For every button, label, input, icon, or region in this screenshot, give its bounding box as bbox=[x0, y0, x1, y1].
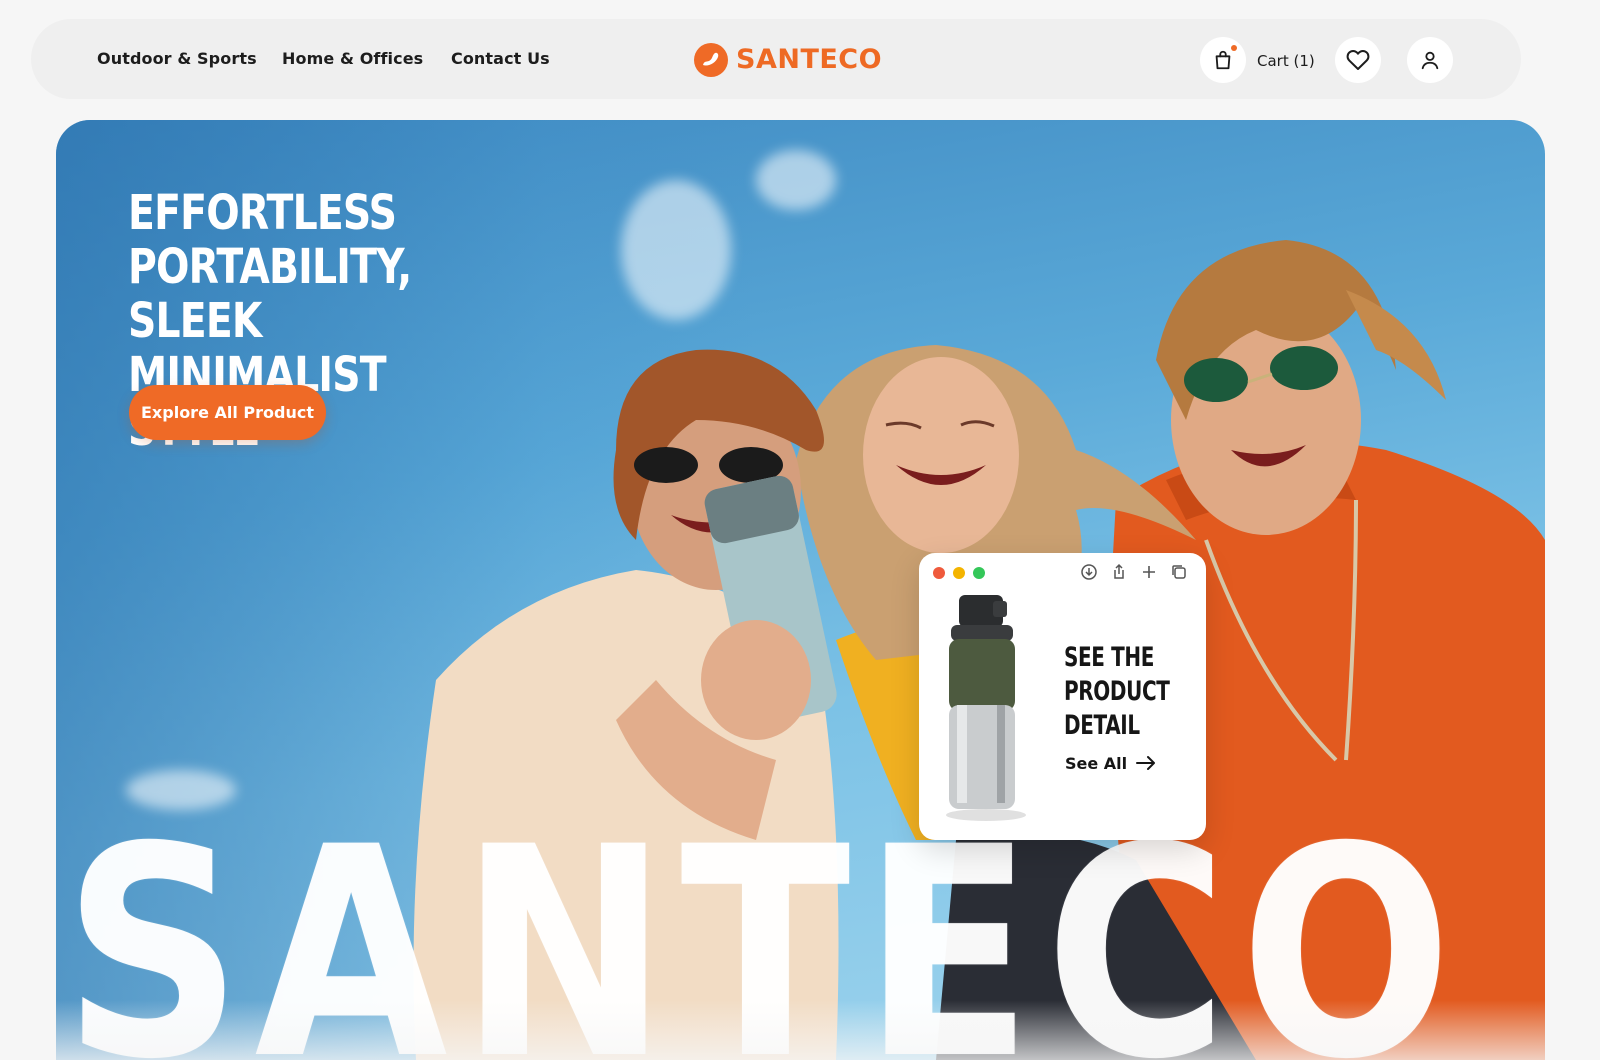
download-icon[interactable] bbox=[1079, 562, 1099, 582]
hero-banner: EFFORTLESS PORTABILITY, SLEEK MINIMALIST… bbox=[56, 120, 1545, 1060]
nav-link-home-offices[interactable]: Home & Offices bbox=[282, 49, 423, 68]
logo-text: SANTECO bbox=[736, 44, 883, 75]
window-dot-minimize bbox=[953, 567, 965, 579]
cart-button[interactable] bbox=[1200, 37, 1246, 83]
heart-icon bbox=[1346, 50, 1370, 70]
brand-logo[interactable]: SANTECO bbox=[694, 41, 894, 77]
nav-link-contact-us[interactable]: Contact Us bbox=[451, 49, 550, 68]
wishlist-button[interactable] bbox=[1335, 37, 1381, 83]
window-dot-maximize bbox=[973, 567, 985, 579]
share-icon[interactable] bbox=[1109, 562, 1129, 582]
account-button[interactable] bbox=[1407, 37, 1453, 83]
arrow-right-icon bbox=[1136, 756, 1156, 770]
user-icon bbox=[1421, 51, 1439, 70]
shopping-bag-icon bbox=[1215, 50, 1231, 70]
headline-line: EFFORTLESS bbox=[128, 185, 397, 241]
card-title-line: DETAIL bbox=[1064, 710, 1140, 741]
see-all-link[interactable]: See All bbox=[1065, 752, 1157, 774]
logo-mark-icon bbox=[694, 43, 728, 77]
headline-line: PORTABILITY, SLEEK bbox=[128, 239, 412, 349]
product-detail-card[interactable]: SEE THE PRODUCT DETAIL See All bbox=[919, 553, 1206, 840]
copy-icon[interactable] bbox=[1169, 562, 1189, 582]
window-dot-close bbox=[933, 567, 945, 579]
card-title: SEE THE PRODUCT DETAIL bbox=[1064, 641, 1170, 743]
explore-all-product-button[interactable]: Explore All Product bbox=[129, 385, 326, 440]
card-title-line: SEE THE bbox=[1064, 642, 1155, 673]
bottom-fade bbox=[56, 1000, 1545, 1060]
bottle-image bbox=[946, 595, 1026, 821]
card-title-line: PRODUCT bbox=[1064, 676, 1170, 707]
cart-badge-dot bbox=[1231, 45, 1237, 51]
plus-icon[interactable] bbox=[1139, 562, 1159, 582]
nav-link-outdoor-sports[interactable]: Outdoor & Sports bbox=[97, 49, 257, 68]
cart-label[interactable]: Cart (1) bbox=[1257, 52, 1315, 70]
see-all-label: See All bbox=[1065, 753, 1128, 773]
